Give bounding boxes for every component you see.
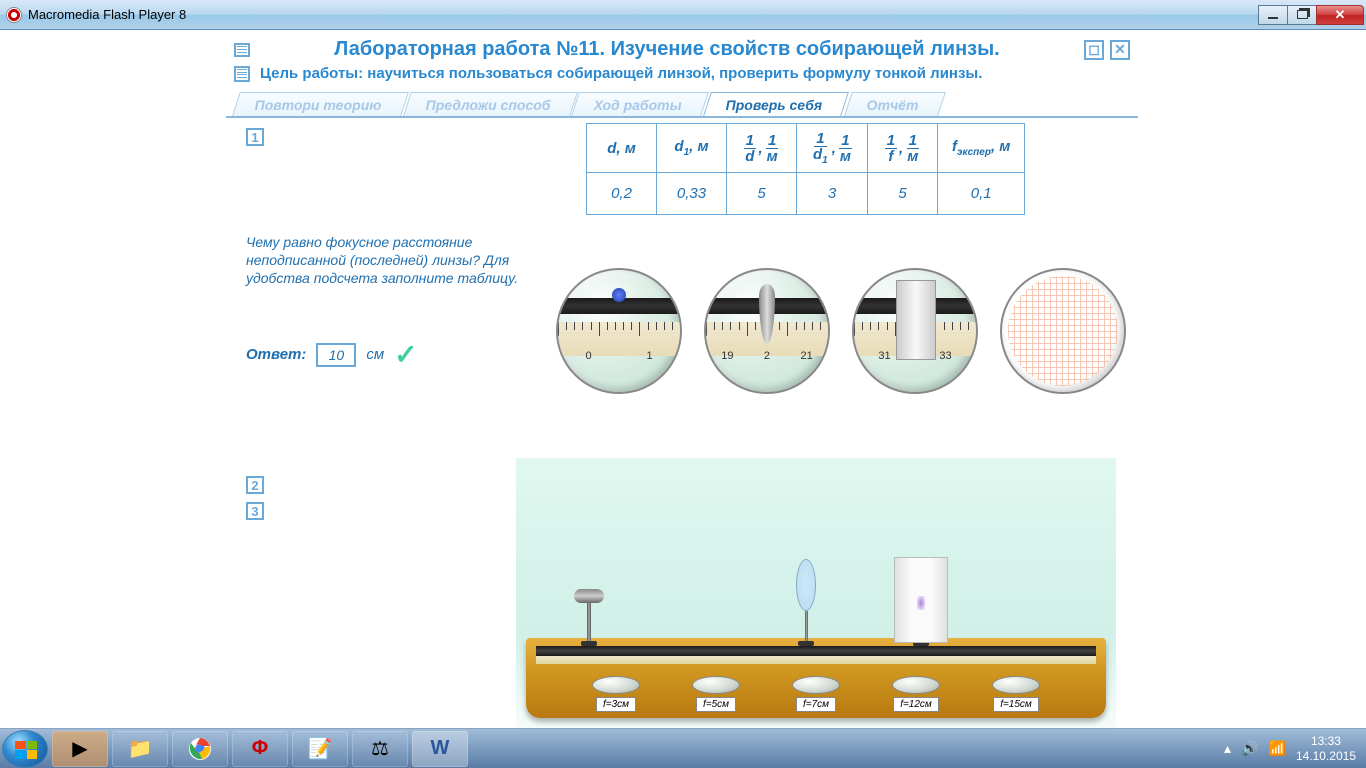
- tab-bar: Повтори теорию Предложи способ Ход работ…: [226, 92, 1138, 118]
- tray-lens-5cm[interactable]: f=5см: [692, 676, 740, 712]
- table-header-row: d, м d1, м 1d,1м 1d1,1м 1f,1м fэкспер, м: [587, 124, 1025, 173]
- cell-d1[interactable]: 0,33: [657, 173, 727, 215]
- table-row: 0,2 0,33 5 3 5 0,1: [587, 173, 1025, 215]
- results-table: d, м d1, м 1d,1м 1d1,1м 1f,1м fэкспер, м…: [586, 123, 1025, 215]
- answer-row: Ответ: см ✓: [246, 338, 418, 371]
- step-3-badge[interactable]: 3: [246, 502, 264, 520]
- cell-inv-f[interactable]: 5: [868, 173, 938, 215]
- lens-tray: f=3см f=5см f=7см f=12см f=15см: [566, 676, 1066, 712]
- lab-title: Лабораторная работа №11. Изучение свойст…: [250, 38, 1084, 61]
- tray-lens-12cm[interactable]: f=12см: [892, 676, 940, 712]
- lab-goal: Цель работы: научиться пользоваться соби…: [260, 65, 982, 82]
- taskbar: ▶ 📁 Φ 📝 ⚖ W ▴ 🔊 📶 13:33 14.10.2015: [0, 728, 1366, 768]
- taskbar-scales[interactable]: ⚖: [352, 731, 408, 767]
- menu-icon[interactable]: [234, 43, 250, 57]
- taskbar-app-f[interactable]: Φ: [232, 731, 288, 767]
- cell-d[interactable]: 0,2: [587, 173, 657, 215]
- col-inv-d1: 1d1,1м: [797, 124, 868, 173]
- col-inv-d: 1d,1м: [727, 124, 797, 173]
- window-title: Macromedia Flash Player 8: [28, 7, 1259, 22]
- tab-report[interactable]: Отчёт: [844, 92, 946, 116]
- col-fexp: fэкспер, м: [938, 124, 1025, 173]
- app-icon: [6, 7, 22, 23]
- magnifier-row: 01 19221 3133: [556, 268, 1126, 394]
- magnifier-image[interactable]: [1000, 268, 1126, 394]
- maximize-button[interactable]: [1287, 5, 1317, 25]
- window-controls: ✕: [1259, 5, 1364, 25]
- answer-label: Ответ:: [246, 346, 306, 363]
- taskbar-explorer[interactable]: 📁: [112, 731, 168, 767]
- window-titlebar: Macromedia Flash Player 8 ✕: [0, 0, 1366, 30]
- taskbar-mediaplayer[interactable]: ▶: [52, 731, 108, 767]
- step-1-badge[interactable]: 1: [246, 128, 264, 146]
- volume-icon[interactable]: 🔊: [1241, 740, 1258, 757]
- minimize-button[interactable]: [1258, 5, 1288, 25]
- calculator-icon[interactable]: [234, 66, 250, 82]
- screen-on-bench[interactable]: [894, 557, 948, 646]
- content-area: 1 2 3 d, м d1, м 1d,1м 1d1,1м 1f,1м fэкс…: [226, 118, 1138, 138]
- start-button[interactable]: [2, 730, 48, 768]
- light-source[interactable]: [574, 589, 604, 646]
- system-tray: ▴ 🔊 📶 13:33 14.10.2015: [1224, 734, 1366, 763]
- tab-procedure[interactable]: Ход работы: [572, 92, 710, 116]
- taskbar-chrome[interactable]: [172, 731, 228, 767]
- taskbar-word[interactable]: W: [412, 731, 468, 767]
- check-icon[interactable]: ✓: [394, 338, 417, 371]
- col-inv-f: 1f,1м: [868, 124, 938, 173]
- fullscreen-button[interactable]: ◻: [1084, 40, 1104, 60]
- answer-unit: см: [366, 346, 384, 363]
- tray-chevron-icon[interactable]: ▴: [1224, 740, 1231, 757]
- close-button[interactable]: ✕: [1316, 5, 1364, 25]
- cell-inv-d1[interactable]: 3: [797, 173, 868, 215]
- taskbar-notepad[interactable]: 📝: [292, 731, 348, 767]
- network-icon[interactable]: 📶: [1269, 740, 1286, 757]
- magnifier-lens[interactable]: 19221: [704, 268, 830, 394]
- bench-ruler: [536, 656, 1096, 664]
- flash-app: Лабораторная работа №11. Изучение свойст…: [226, 30, 1138, 728]
- magnifier-screen[interactable]: 3133: [852, 268, 978, 394]
- step-2-badge[interactable]: 2: [246, 476, 264, 494]
- cell-fexp[interactable]: 0,1: [938, 173, 1025, 215]
- tray-lens-15cm[interactable]: f=15см: [992, 676, 1040, 712]
- col-d1: d1, м: [657, 124, 727, 173]
- cell-inv-d[interactable]: 5: [727, 173, 797, 215]
- lens-on-bench[interactable]: [796, 559, 816, 646]
- tray-lens-3cm[interactable]: f=3см: [592, 676, 640, 712]
- tab-check[interactable]: Проверь себя: [703, 92, 849, 116]
- clock[interactable]: 13:33 14.10.2015: [1296, 734, 1356, 763]
- optical-bench: f=3см f=5см f=7см f=12см f=15см: [516, 458, 1116, 748]
- tab-theory[interactable]: Повтори теорию: [232, 92, 408, 116]
- magnifier-light[interactable]: 01: [556, 268, 682, 394]
- bench-rail: [536, 646, 1096, 656]
- app-header: Лабораторная работа №11. Изучение свойст…: [226, 30, 1138, 86]
- col-d: d, м: [587, 124, 657, 173]
- tray-lens-7cm[interactable]: f=7см: [792, 676, 840, 712]
- question-text: Чему равно фокусное расстояние неподписа…: [246, 233, 526, 288]
- answer-input[interactable]: [316, 343, 356, 367]
- app-close-button[interactable]: ✕: [1110, 40, 1130, 60]
- tab-method[interactable]: Предложи способ: [403, 92, 578, 116]
